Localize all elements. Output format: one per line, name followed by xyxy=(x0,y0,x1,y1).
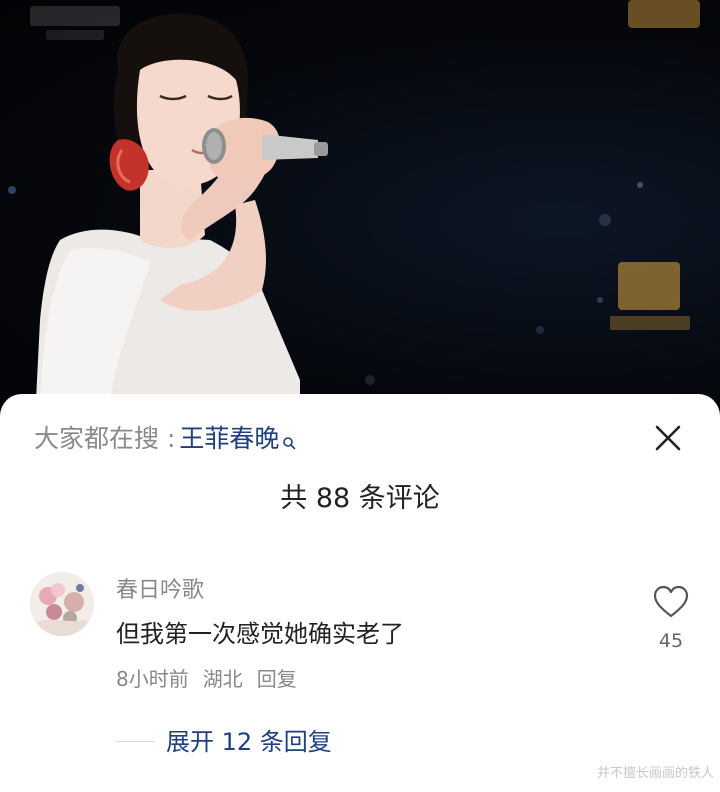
expand-divider xyxy=(116,741,154,742)
like-count: 45 xyxy=(658,630,684,652)
video-frame[interactable] xyxy=(0,0,720,400)
heart-icon[interactable] xyxy=(652,584,690,620)
comment-username[interactable]: 春日吟歌 xyxy=(116,576,204,606)
comment-count-title: 共 88 条评论 xyxy=(280,483,440,514)
search-icon[interactable] xyxy=(282,425,296,450)
trending-search[interactable]: 大家都在搜 : 王菲春晚 xyxy=(34,422,296,456)
expand-replies-button[interactable]: 展开 12 条回复 xyxy=(166,726,332,758)
comment-meta: 8小时前 湖北 回复 xyxy=(116,665,297,693)
comment-text[interactable]: 但我第一次感觉她确实老了 xyxy=(116,618,404,650)
watermark: 并不擅长画画的铁人 xyxy=(596,766,714,781)
avatar[interactable] xyxy=(30,572,94,636)
comments-sheet: 大家都在搜 : 王菲春晚 共 88 条评论 春日吟歌 但我第一次感觉她确实老了 … xyxy=(0,394,720,792)
trending-search-prefix: 大家都在搜 : xyxy=(34,424,176,453)
comment-location: 湖北 xyxy=(202,667,243,691)
comment-time: 8小时前 xyxy=(116,667,189,691)
reply-button[interactable]: 回复 xyxy=(257,665,297,693)
trending-search-term[interactable]: 王菲春晚 xyxy=(179,422,279,456)
singer-illustration xyxy=(8,0,700,400)
close-icon[interactable] xyxy=(650,420,686,456)
